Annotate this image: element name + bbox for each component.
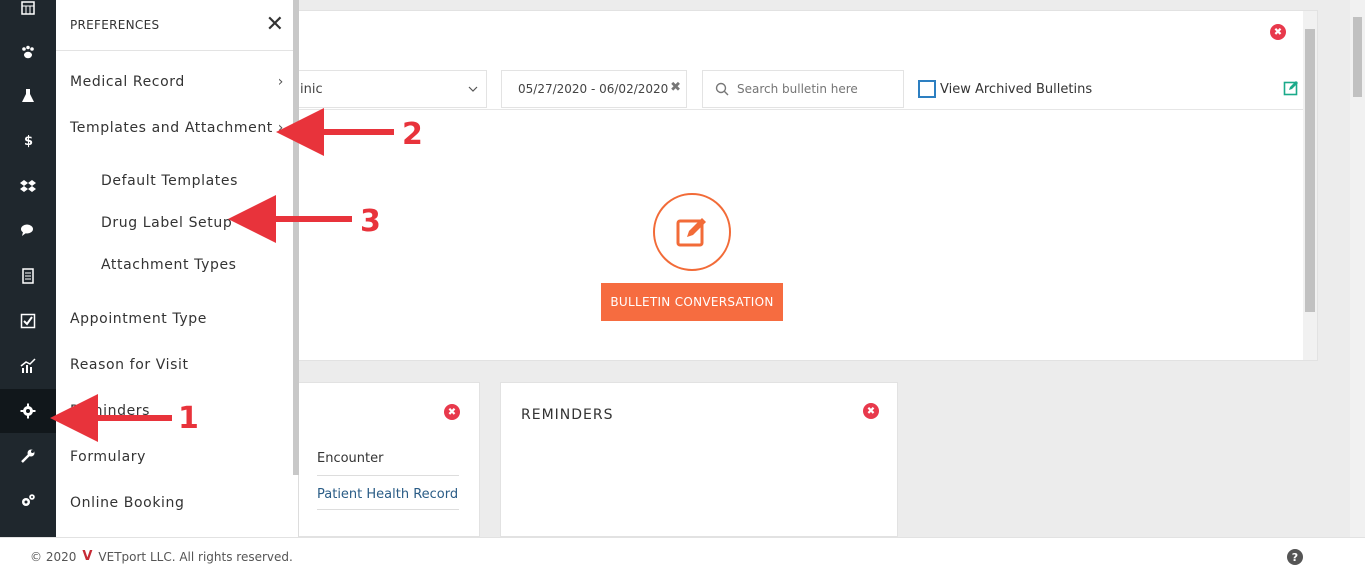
date-clear-icon[interactable]: ✖ [670, 80, 681, 95]
submenu-item-attachment-types[interactable]: Attachment Types [101, 257, 284, 273]
calendar-icon[interactable] [0, 0, 56, 30]
menu-item-templates-and-attachment[interactable]: Templates and Attachment › [70, 120, 284, 136]
bulletin-search[interactable] [702, 70, 904, 108]
menu-item-label: Default Templates [101, 173, 238, 189]
menu-item-label: Templates and Attachment [70, 120, 273, 136]
menu-item-medical-record[interactable]: Medical Record › [70, 74, 284, 90]
bulletin-compose-circle[interactable] [653, 193, 731, 271]
compose-icon [676, 218, 706, 247]
copyright-year: © 2020 [30, 549, 77, 564]
bulletin-toolbar: inic 05/27/2020 - 06/02/2020 ✖ View Arch… [281, 68, 1307, 110]
menu-item-label: Attachment Types [101, 257, 237, 273]
svg-text:$: $ [24, 134, 33, 148]
chevron-down-icon [468, 86, 478, 92]
reminders-card: REMINDERS ✖ [500, 382, 898, 537]
encounter-card-close-button[interactable]: ✖ [444, 404, 460, 420]
menu-item-label: Reminders [70, 403, 151, 419]
menu-item-appointment-type[interactable]: Appointment Type [70, 311, 284, 327]
flask-icon[interactable] [0, 74, 56, 118]
wrench-icon[interactable] [0, 434, 56, 478]
panel-close-button[interactable]: ✖ [1270, 24, 1286, 40]
clinic-select[interactable]: inic [281, 70, 487, 108]
chat-icon[interactable] [0, 208, 56, 252]
footer-copyright: © 2020 V VETport LLC. All rights reserve… [30, 549, 293, 564]
checkbox-icon[interactable] [0, 299, 56, 343]
icon-rail: $ [0, 0, 56, 537]
copyright-text: VETport LLC. All rights reserved. [98, 549, 293, 564]
menu-item-label: Online Booking [70, 495, 185, 511]
chevron-right-icon: › [277, 74, 284, 90]
archived-label: View Archived Bulletins [940, 81, 1093, 97]
close-icon[interactable]: ✕ [266, 14, 284, 36]
reminders-title: REMINDERS [521, 407, 614, 423]
receipt-icon[interactable] [0, 254, 56, 298]
gear-icon[interactable] [0, 389, 56, 433]
view-archived-toggle[interactable]: View Archived Bulletins [918, 80, 1092, 98]
gears-icon[interactable] [0, 479, 56, 523]
dropbox-icon[interactable] [0, 164, 56, 208]
panel-scrollbar[interactable] [1303, 11, 1317, 360]
menu-item-label: Medical Record [70, 74, 185, 90]
date-range-value: 05/27/2020 - 06/02/2020 [518, 82, 669, 96]
bulletin-conversation-button[interactable]: BULLETIN CONVERSATION [601, 283, 783, 321]
clinic-select-value: inic [300, 81, 323, 97]
chart-icon[interactable] [0, 344, 56, 388]
menu-item-reminders[interactable]: Reminders [70, 403, 284, 419]
reminders-close-button[interactable]: ✖ [863, 403, 879, 419]
flyout-title: PREFERENCES [70, 18, 160, 32]
menu-item-reason-for-visit[interactable]: Reason for Visit [70, 357, 284, 373]
menu-item-online-booking[interactable]: Online Booking [70, 495, 284, 511]
search-icon [715, 82, 729, 96]
encounter-card: ✖ Encounter Patient Health Record [280, 382, 480, 537]
page-scrollbar[interactable] [1350, 0, 1365, 537]
submenu-item-drug-label-setup[interactable]: Drug Label Setup [101, 215, 284, 231]
help-icon[interactable]: ? [1287, 549, 1303, 565]
chevron-right-icon: › [277, 120, 284, 136]
flyout-header: PREFERENCES ✕ [56, 0, 298, 51]
vetport-logo-icon: V [82, 549, 93, 564]
page-scroll-thumb[interactable] [1353, 17, 1362, 97]
paw-icon[interactable] [0, 30, 56, 74]
submenu-item-default-templates[interactable]: Default Templates [101, 173, 284, 189]
patient-health-record-link[interactable]: Patient Health Record [317, 484, 459, 510]
encounter-header: Encounter [317, 451, 459, 476]
dollar-icon[interactable]: $ [0, 118, 56, 162]
menu-item-label: Appointment Type [70, 311, 207, 327]
preferences-flyout: PREFERENCES ✕ Medical Record › Templates… [56, 0, 299, 537]
footer: © 2020 V VETport LLC. All rights reserve… [0, 537, 1365, 576]
menu-item-label: Drug Label Setup [101, 215, 233, 231]
menu-item-label: Reason for Visit [70, 357, 189, 373]
menu-item-formulary[interactable]: Formulary [70, 449, 284, 465]
menu-item-label: Formulary [70, 449, 147, 465]
date-range-field[interactable]: 05/27/2020 - 06/02/2020 ✖ [501, 70, 687, 108]
archived-checkbox[interactable] [918, 80, 936, 98]
panel-scroll-thumb[interactable] [1305, 29, 1315, 312]
edit-icon[interactable] [1283, 80, 1299, 96]
search-input[interactable] [737, 82, 897, 96]
flyout-scrollbar[interactable] [293, 0, 299, 475]
bulletin-panel: ✖ inic 05/27/2020 - 06/02/2020 ✖ View Ar… [280, 10, 1318, 361]
